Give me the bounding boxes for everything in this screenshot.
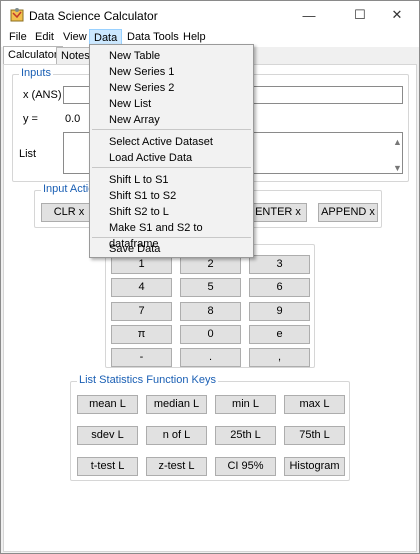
n-of-l-button[interactable]: n of L xyxy=(146,426,207,445)
keypad-key-comma[interactable]: , xyxy=(249,348,310,367)
keypad-key[interactable]: 4 xyxy=(111,278,172,297)
menu-item-new-list[interactable]: New List xyxy=(90,96,253,112)
app-window: Data Science Calculator — ☐ ✕ File Edit … xyxy=(0,0,420,554)
window-title: Data Science Calculator xyxy=(29,9,158,23)
max-l-button[interactable]: max L xyxy=(284,395,345,414)
keypad-key[interactable]: 5 xyxy=(180,278,241,297)
menu-separator xyxy=(92,167,251,168)
keypad-key[interactable]: 3 xyxy=(249,255,310,274)
min-l-button[interactable]: min L xyxy=(215,395,276,414)
keypad-key[interactable]: 0 xyxy=(180,325,241,344)
keypad-key-minus[interactable]: - xyxy=(111,348,172,367)
ci-95-button[interactable]: CI 95% xyxy=(215,457,276,476)
menu-item-save-data[interactable]: Save Data xyxy=(90,241,253,257)
menu-item-new-series-2[interactable]: New Series 2 xyxy=(90,80,253,96)
enter-x-button[interactable]: ENTER x xyxy=(249,203,307,222)
keypad-key[interactable]: 6 xyxy=(249,278,310,297)
list-stats-legend: List Statistics Function Keys xyxy=(77,374,218,386)
histogram-button[interactable]: Histogram xyxy=(284,457,345,476)
menu-separator xyxy=(92,129,251,130)
median-l-button[interactable]: median L xyxy=(146,395,207,414)
menu-view[interactable]: View xyxy=(59,29,91,47)
75th-l-button[interactable]: 75th L xyxy=(284,426,345,445)
25th-l-button[interactable]: 25th L xyxy=(215,426,276,445)
menu-item-new-array[interactable]: New Array xyxy=(90,112,253,128)
list-label: List xyxy=(19,148,37,160)
y-label: y = xyxy=(23,113,38,125)
close-button[interactable]: ✕ xyxy=(375,1,419,29)
sdev-l-button[interactable]: sdev L xyxy=(77,426,138,445)
menu-item-select-active-dataset[interactable]: Select Active Dataset xyxy=(90,134,253,150)
menu-item-new-table[interactable]: New Table xyxy=(90,48,253,64)
menu-edit[interactable]: Edit xyxy=(31,29,58,47)
scroll-up-icon[interactable]: ▲ xyxy=(393,137,402,147)
menu-item-shift-s2-to-l[interactable]: Shift S2 to L xyxy=(90,204,253,220)
keypad-key-e[interactable]: e xyxy=(249,325,310,344)
menu-separator xyxy=(92,237,251,238)
data-menu-dropdown: New Table New Series 1 New Series 2 New … xyxy=(89,44,254,258)
keypad-group: 1 2 3 4 5 6 7 8 9 π 0 e - . , xyxy=(105,244,315,368)
menu-file[interactable]: File xyxy=(5,29,31,47)
keypad-key[interactable]: 7 xyxy=(111,302,172,321)
append-x-button[interactable]: APPEND x xyxy=(318,203,378,222)
menu-item-make-dataframe[interactable]: Make S1 and S2 to dataframe xyxy=(90,220,253,250)
mean-l-button[interactable]: mean L xyxy=(77,395,138,414)
menu-item-new-series-1[interactable]: New Series 1 xyxy=(90,64,253,80)
menu-item-shift-l-to-s1[interactable]: Shift L to S1 xyxy=(90,172,253,188)
inputs-legend: Inputs xyxy=(19,67,53,79)
app-icon xyxy=(10,8,24,22)
keypad-key-pi[interactable]: π xyxy=(111,325,172,344)
scroll-down-icon[interactable]: ▼ xyxy=(393,163,402,173)
menu-item-shift-s1-to-s2[interactable]: Shift S1 to S2 xyxy=(90,188,253,204)
menu-item-load-active-data[interactable]: Load Active Data xyxy=(90,150,253,166)
x-ans-label: x (ANS) xyxy=(23,89,62,101)
title-bar: Data Science Calculator — ☐ ✕ xyxy=(1,1,419,29)
keypad-key-dot[interactable]: . xyxy=(180,348,241,367)
tab-calculator[interactable]: Calculator xyxy=(3,46,63,65)
t-test-l-button[interactable]: t-test L xyxy=(77,457,138,476)
list-stats-group: List Statistics Function Keys mean L med… xyxy=(70,374,350,481)
keypad-key[interactable]: 9 xyxy=(249,302,310,321)
keypad-key[interactable]: 8 xyxy=(180,302,241,321)
minimize-button[interactable]: — xyxy=(287,1,331,29)
z-test-l-button[interactable]: z-test L xyxy=(146,457,207,476)
y-value: 0.0 xyxy=(65,113,81,125)
